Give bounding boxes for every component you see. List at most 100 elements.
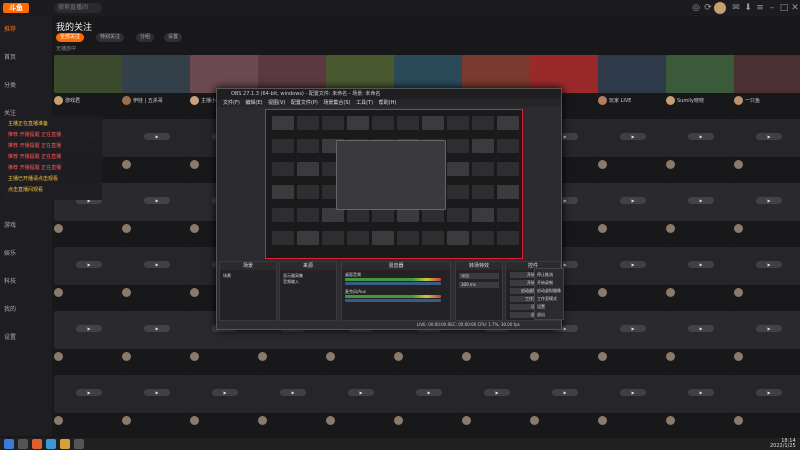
streamer-avatar[interactable] <box>666 288 675 297</box>
streamer-name[interactable]: Sumily晓晓 <box>677 97 735 104</box>
streamer-avatar[interactable] <box>734 160 743 169</box>
streamer-avatar[interactable] <box>598 96 607 105</box>
streamer-avatar[interactable] <box>394 416 403 425</box>
stream-card[interactable]: ▶ <box>598 183 668 243</box>
replay-badge[interactable]: ▶ <box>756 389 782 396</box>
stream-card[interactable]: ▶ <box>122 311 192 371</box>
streamer-avatar[interactable] <box>122 96 131 105</box>
replay-badge[interactable]: ▶ <box>484 389 510 396</box>
obs-titlebar[interactable]: OBS 27.1.3 (64-bit, windows) - 配置文件: 未命名… <box>217 89 561 99</box>
streamer-avatar[interactable] <box>122 416 131 425</box>
stream-card[interactable]: ▶ <box>598 311 668 371</box>
replay-badge[interactable]: ▶ <box>688 133 714 140</box>
browser-icon[interactable] <box>46 439 56 449</box>
replay-badge[interactable]: ▶ <box>620 261 646 268</box>
replay-badge[interactable]: ▶ <box>144 197 170 204</box>
streamer-avatar[interactable] <box>598 288 607 297</box>
sidebar-item[interactable]: 我的 <box>4 304 16 313</box>
streamer-avatar[interactable] <box>598 352 607 361</box>
replay-badge[interactable]: ▶ <box>688 261 714 268</box>
app-icon[interactable] <box>32 439 42 449</box>
replay-badge[interactable]: ▶ <box>76 261 102 268</box>
streamer-name[interactable]: 伊娃 | 五杀哥 <box>133 97 191 104</box>
streamer-avatar[interactable] <box>666 224 675 233</box>
context-menu-item[interactable]: 退出 <box>537 312 545 318</box>
streamer-avatar[interactable] <box>54 96 63 105</box>
streamer-avatar[interactable] <box>462 416 471 425</box>
replay-badge[interactable]: ▶ <box>144 389 170 396</box>
history-icon[interactable]: ⟳ <box>702 2 714 14</box>
replay-badge[interactable]: ▶ <box>76 325 102 332</box>
replay-badge[interactable]: ▶ <box>280 389 306 396</box>
filter-tab[interactable]: 特别关注 <box>96 33 125 42</box>
stream-card[interactable]: ▶ <box>666 119 736 179</box>
search-icon[interactable] <box>18 439 28 449</box>
streamer-avatar[interactable] <box>190 416 199 425</box>
mixer-dock[interactable]: 混音器 桌面音频 麦克风/Aux <box>341 261 451 321</box>
stream-card[interactable]: ▶ <box>54 247 124 307</box>
filter-tab[interactable]: 设置 <box>164 33 183 42</box>
stream-card[interactable]: ▶ <box>598 119 668 179</box>
streamer-avatar[interactable] <box>666 160 675 169</box>
notification-item[interactable]: 点击直播间观看 <box>8 186 43 193</box>
context-menu-item[interactable]: 设置 <box>537 304 545 310</box>
avatar[interactable] <box>714 2 726 14</box>
notification-item[interactable]: 主播已开播请点击观看 <box>8 175 58 182</box>
sidebar-item[interactable]: 首页 <box>4 52 16 61</box>
streamer-avatar[interactable] <box>258 416 267 425</box>
stream-card[interactable]: 伊娃 | 五杀哥 <box>122 55 192 115</box>
streamer-avatar[interactable] <box>734 224 743 233</box>
obs-menubar[interactable]: 文件(F) 编辑(E) 视图(V) 配置文件(P) 场景集合(S) 工具(T) … <box>217 99 561 107</box>
stream-card[interactable]: ▶ <box>326 375 396 435</box>
minimize-icon[interactable]: – <box>766 2 778 14</box>
streamer-avatar[interactable] <box>122 352 131 361</box>
streamer-avatar[interactable] <box>54 288 63 297</box>
context-menu-item[interactable]: 启动虚拟摄像 <box>537 288 561 294</box>
streamer-avatar[interactable] <box>122 224 131 233</box>
sidebar-item[interactable]: 娱乐 <box>4 248 16 257</box>
stream-card[interactable]: Sumily晓晓 <box>666 55 736 115</box>
streamer-avatar[interactable] <box>530 416 539 425</box>
streamer-avatar[interactable] <box>598 160 607 169</box>
transition-select[interactable]: 淡出 <box>459 273 499 279</box>
obs-icon[interactable] <box>74 439 84 449</box>
streamer-avatar[interactable] <box>54 224 63 233</box>
streamer-avatar[interactable] <box>394 352 403 361</box>
replay-badge[interactable]: ▶ <box>620 325 646 332</box>
stream-card[interactable]: 一只鱼 <box>734 55 800 115</box>
streamer-avatar[interactable] <box>734 288 743 297</box>
app-logo[interactable]: 斗鱼 <box>3 3 29 13</box>
stream-card[interactable]: ▶ <box>734 183 800 243</box>
stream-card[interactable]: ▶ <box>122 119 192 179</box>
stream-card[interactable]: ▶ <box>666 311 736 371</box>
streamer-avatar[interactable] <box>258 352 267 361</box>
filter-tab[interactable]: 全部关注 <box>56 33 85 42</box>
replay-badge[interactable]: ▶ <box>212 389 238 396</box>
stream-thumbnail[interactable] <box>734 55 800 93</box>
streamer-avatar[interactable] <box>122 160 131 169</box>
stream-card[interactable]: ▶ <box>462 375 532 435</box>
context-menu-item[interactable]: 工作室模式 <box>537 296 557 302</box>
streamer-avatar[interactable] <box>326 416 335 425</box>
replay-badge[interactable]: ▶ <box>756 133 782 140</box>
replay-badge[interactable]: ▶ <box>688 389 714 396</box>
notification-item[interactable]: 推荐 开播提醒 正在直播 <box>8 164 61 171</box>
stream-card[interactable]: ▶ <box>190 375 260 435</box>
obs-window[interactable]: OBS 27.1.3 (64-bit, windows) - 配置文件: 未命名… <box>216 88 562 330</box>
sidebar-item[interactable]: 推荐 <box>4 24 16 33</box>
stream-card[interactable]: ▶ <box>666 247 736 307</box>
streamer-avatar[interactable] <box>734 416 743 425</box>
streamer-name[interactable]: 玩家 LIVE <box>609 97 667 104</box>
replay-badge[interactable]: ▶ <box>756 261 782 268</box>
search-input[interactable]: 搜索直播间 <box>54 3 102 13</box>
folder-icon[interactable] <box>60 439 70 449</box>
filter-tab[interactable]: 分组 <box>136 33 155 42</box>
stream-card[interactable]: ▶ <box>122 247 192 307</box>
transition-dock[interactable]: 转场特效 淡出 300 ms <box>455 261 503 321</box>
stream-card[interactable]: ▶ <box>54 375 124 435</box>
replay-badge[interactable]: ▶ <box>688 325 714 332</box>
streamer-avatar[interactable] <box>326 352 335 361</box>
download-icon[interactable]: ⬇ <box>742 2 754 14</box>
replay-badge[interactable]: ▶ <box>552 389 578 396</box>
streamer-name[interactable]: 一只鱼 <box>745 97 800 104</box>
